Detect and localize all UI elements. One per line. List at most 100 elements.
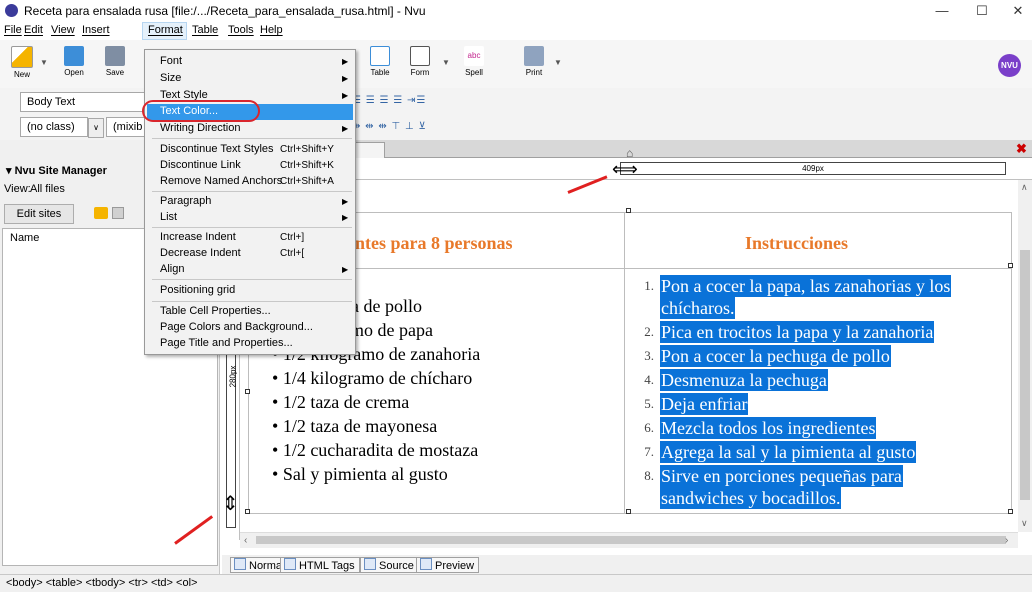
menu-item-remove-named-anchors[interactable]: Remove Named Anchors	[160, 175, 282, 187]
table-handle[interactable]	[1008, 263, 1013, 268]
menu-item-table-cell-properties[interactable]: Table Cell Properties...	[160, 305, 271, 317]
tab-html-tags-label: HTML Tags	[299, 560, 355, 572]
menu-separator	[152, 138, 352, 139]
print-dropdown-arrow[interactable]: ▼	[554, 58, 562, 67]
menu-item-page-colors[interactable]: Page Colors and Background...	[160, 321, 313, 333]
nvu-logo: NVU	[998, 54, 1021, 77]
shortcut-label: Ctrl+Shift+K	[280, 160, 334, 171]
submenu-arrow-icon: ▶	[342, 213, 349, 222]
menu-table[interactable]: Table	[192, 24, 218, 36]
menu-item-size[interactable]: Size	[160, 72, 181, 84]
menu-item-writing-direction[interactable]: Writing Direction	[160, 122, 241, 134]
step-number: 7.	[644, 444, 654, 459]
tab-source[interactable]: Source	[360, 557, 419, 573]
submenu-arrow-icon: ▶	[342, 91, 349, 100]
menu-insert[interactable]: Insert	[82, 24, 110, 36]
menu-edit[interactable]: Edit	[24, 24, 43, 36]
ingredient-text: 1/4 kilogramo de chícharo	[282, 368, 473, 388]
close-tab-icon[interactable]: ✖	[1016, 141, 1027, 157]
view-filter-select[interactable]: All files	[24, 180, 144, 200]
step-text[interactable]: chícharos.	[660, 297, 736, 319]
step-text[interactable]: Desmenuza la pechuga	[660, 369, 828, 391]
menu-item-increase-indent[interactable]: Increase Indent	[160, 231, 236, 243]
step-text[interactable]: Sirve en porciones pequeñas para	[660, 465, 903, 487]
table-layout-icons[interactable]: ⇹ ⇹ ⇹ ⊤ ⊥ ⊻	[352, 121, 427, 133]
menu-item-align[interactable]: Align	[160, 263, 184, 275]
spell-label: Spell	[465, 68, 483, 77]
save-button[interactable]: Save	[100, 44, 130, 84]
submenu-arrow-icon: ▶	[342, 197, 349, 206]
menu-format[interactable]: Format	[148, 24, 183, 36]
menu-item-positioning-grid[interactable]: Positioning grid	[160, 284, 235, 296]
tag-breadcrumb[interactable]: <body> <table> <tbody> <tr> <td> <ol>	[6, 577, 197, 589]
annotation-circle	[142, 100, 260, 122]
submenu-arrow-icon: ▶	[342, 124, 349, 133]
table-handle[interactable]	[626, 208, 631, 213]
class-select[interactable]: (no class)	[20, 117, 88, 137]
step-text[interactable]: Pica en trocitos la papa y la zanahoria	[660, 321, 935, 343]
maximize-button[interactable]: ☐	[962, 2, 1002, 20]
menu-item-paragraph[interactable]: Paragraph	[160, 195, 211, 207]
new-dropdown-arrow[interactable]: ▼	[40, 58, 48, 67]
tab-source-label: Source	[379, 560, 414, 572]
menu-item-discontinue-text-styles[interactable]: Discontinue Text Styles	[160, 143, 274, 155]
window-title: Receta para ensalada rusa [file:/.../Rec…	[24, 4, 426, 18]
submenu-arrow-icon: ▶	[342, 74, 349, 83]
scroll-left-icon[interactable]: ‹	[244, 535, 247, 546]
menu-view[interactable]: View	[51, 24, 75, 36]
tab-preview-label: Preview	[435, 560, 475, 572]
alignment-icons[interactable]: ☰ ☰ ☰ ☰ ⇥☰	[352, 95, 426, 107]
form-dropdown-arrow[interactable]: ▼	[442, 58, 450, 67]
menu-file[interactable]: File	[4, 24, 22, 36]
menu-item-decrease-indent[interactable]: Decrease Indent	[160, 247, 241, 259]
menu-item-page-title[interactable]: Page Title and Properties...	[160, 337, 293, 349]
scroll-up-icon[interactable]: ∧	[1021, 182, 1028, 193]
step-number: 2.	[644, 324, 654, 339]
ingredient-text: 1/2 taza de mayonesa	[282, 416, 438, 436]
instructions-header: Instrucciones	[745, 233, 848, 253]
paragraph-style-select[interactable]: Body Text	[20, 92, 150, 112]
step-text[interactable]: Pon a cocer la pechuga de pollo	[660, 345, 891, 367]
spell-button[interactable]: abc Spell	[456, 44, 492, 84]
menu-help[interactable]: Help	[260, 24, 283, 36]
step-text[interactable]: Pon a cocer la papa, las zanahorias y lo…	[660, 275, 952, 297]
vertical-scroll-thumb[interactable]	[1020, 250, 1030, 500]
table-handle[interactable]	[626, 509, 631, 514]
site-manager-title: ▾ Nvu Site Manager	[6, 165, 107, 177]
step-text[interactable]: Mezcla todos los ingredientes	[660, 417, 877, 439]
step-text[interactable]: Deja enfriar	[660, 393, 749, 415]
scroll-down-icon[interactable]: ∨	[1021, 518, 1028, 529]
class-select-arrow[interactable]: ∨	[88, 118, 104, 138]
table-handle[interactable]	[1008, 509, 1013, 514]
horizontal-scroll-thumb[interactable]	[256, 536, 1006, 544]
table-handle[interactable]	[245, 389, 250, 394]
font-select[interactable]: (mixib	[106, 117, 146, 137]
table-button[interactable]: Table	[362, 44, 398, 84]
menu-separator	[152, 301, 352, 302]
tab-preview[interactable]: Preview	[416, 557, 480, 573]
step-number: 4.	[644, 372, 654, 387]
open-button[interactable]: Open	[56, 44, 92, 84]
minimize-button[interactable]: —	[922, 2, 962, 20]
tab-html-tags[interactable]: HTML Tags	[280, 557, 360, 573]
menu-item-list[interactable]: List	[160, 211, 177, 223]
print-button[interactable]: Print	[516, 44, 552, 84]
scroll-right-icon[interactable]: ›	[1005, 535, 1008, 546]
form-button[interactable]: Form	[402, 44, 438, 84]
menu-item-font[interactable]: Font	[160, 55, 182, 67]
shortcut-label: Ctrl+Shift+A	[280, 176, 334, 187]
menu-item-discontinue-link[interactable]: Discontinue Link	[160, 159, 241, 171]
step-number: 6.	[644, 420, 654, 435]
open-folder-icon	[64, 46, 84, 66]
step-text[interactable]: Agrega la sal y la pimienta al gusto	[660, 441, 917, 463]
table-handle[interactable]	[245, 509, 250, 514]
ingredient-item: • Sal y pimienta al gusto	[272, 464, 448, 484]
edit-sites-button[interactable]: Edit sites	[4, 204, 74, 224]
folder-icon[interactable]	[94, 207, 108, 219]
column-width-ruler[interactable]: 409px	[620, 162, 1006, 175]
menu-tools[interactable]: Tools	[228, 24, 254, 36]
step-text[interactable]: sandwiches y bocadillos.	[660, 487, 842, 509]
close-button[interactable]: ✕	[998, 2, 1032, 20]
stop-icon[interactable]	[112, 207, 124, 219]
new-button[interactable]: New	[4, 44, 40, 84]
